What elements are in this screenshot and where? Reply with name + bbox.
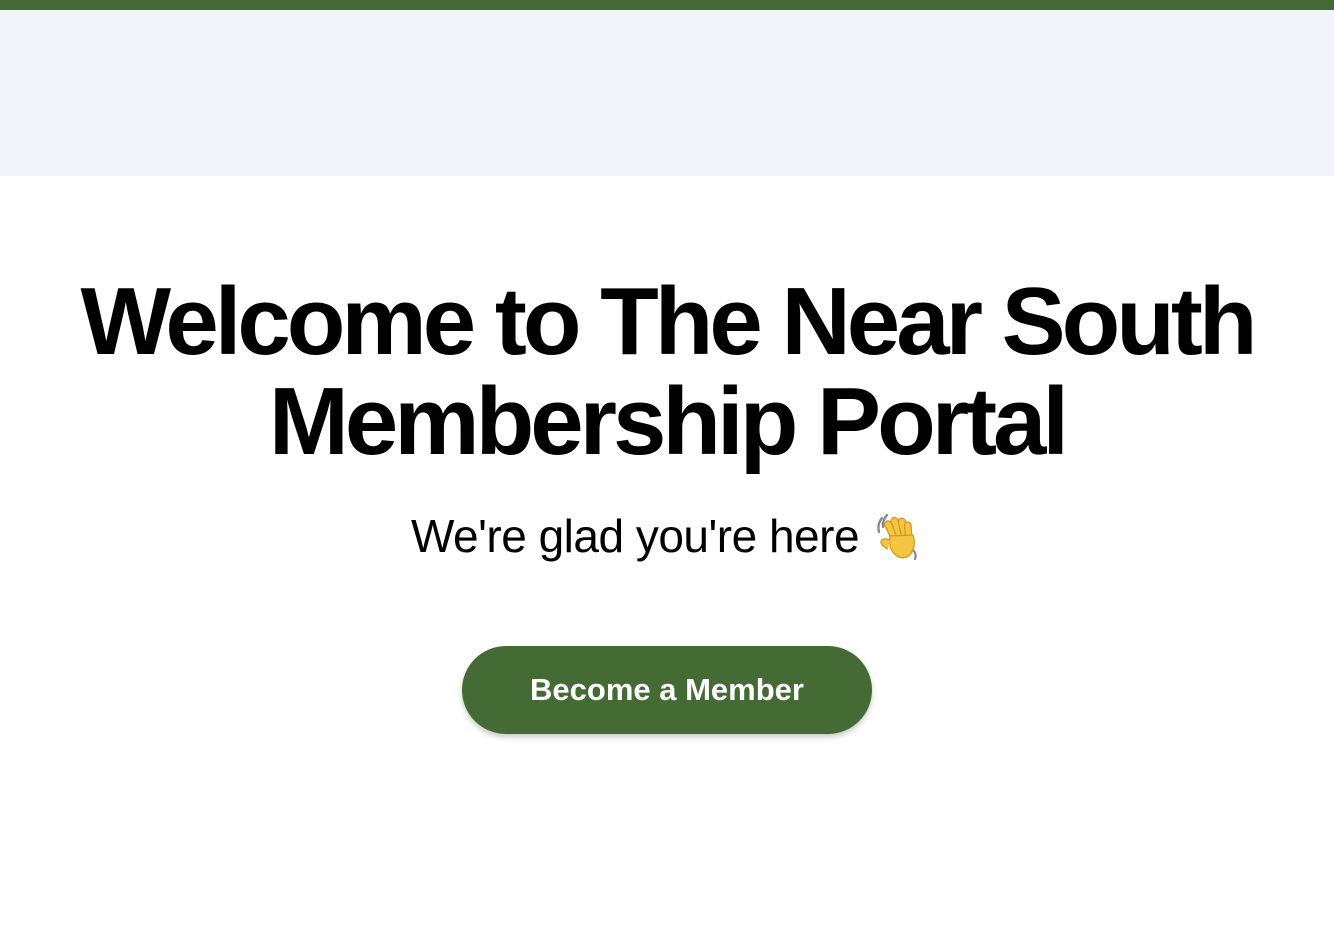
waving-hand-icon bbox=[873, 510, 923, 562]
top-accent-bar bbox=[0, 0, 1334, 10]
subtitle: We're glad you're here bbox=[411, 508, 923, 564]
become-member-button[interactable]: Become a Member bbox=[462, 646, 872, 734]
page-title: Welcome to The Near South Membership Por… bbox=[80, 268, 1257, 475]
header-band bbox=[0, 10, 1334, 176]
subtitle-text: We're glad you're here bbox=[410, 510, 860, 562]
hero-section: Welcome to The Near South Membership Por… bbox=[0, 176, 1334, 944]
